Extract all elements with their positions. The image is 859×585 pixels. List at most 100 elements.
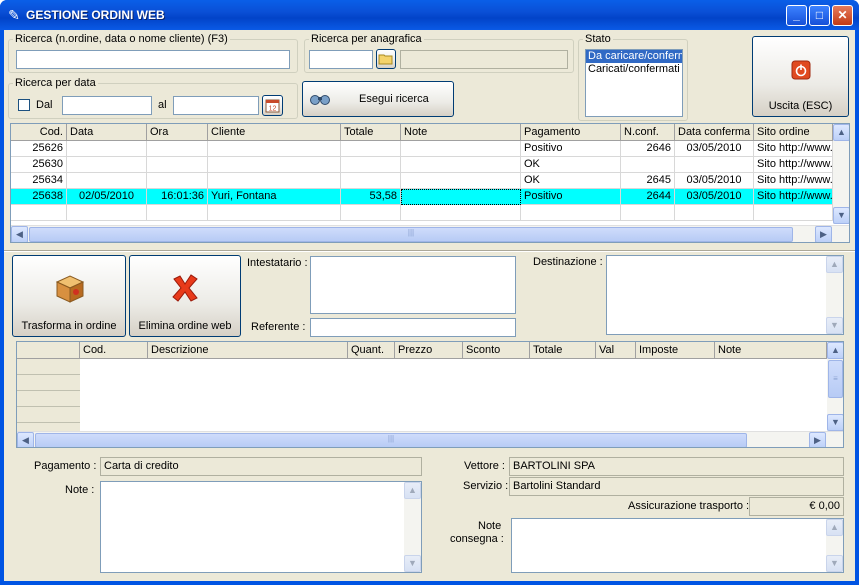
notes-field[interactable]: ▲ ▼	[100, 481, 422, 573]
cell-sito: Sito http://www.	[754, 173, 833, 189]
col-header-cliente[interactable]: Cliente	[208, 124, 341, 141]
col-header-prezzo[interactable]: Prezzo	[395, 342, 463, 359]
scroll-up-icon[interactable]: ▲	[826, 519, 843, 536]
transform-to-order-button[interactable]: Trasforma in ordine	[12, 255, 126, 337]
maximize-button[interactable]: □	[809, 5, 830, 26]
lines-vscrollbar[interactable]: ▲ ≡ ▼	[827, 342, 843, 431]
delete-web-order-button[interactable]: Elimina ordine web	[129, 255, 241, 337]
table-row-selected[interactable]: 25638 02/05/2010 16:01:36 Yuri, Fontana …	[11, 189, 833, 205]
col-header-data-conferma[interactable]: Data conferma	[675, 124, 754, 141]
order-search-input[interactable]	[16, 50, 290, 69]
scroll-right-icon[interactable]: ▶	[809, 432, 826, 447]
cell-nconf: 2646	[621, 141, 675, 157]
calendar-button[interactable]: 12	[262, 95, 283, 116]
notes-vscrollbar[interactable]: ▲ ▼	[404, 482, 421, 572]
col-header-sito[interactable]: Sito ordine	[754, 124, 833, 141]
status-option-to-load[interactable]: Da caricare/confermare	[586, 50, 682, 63]
cell-note	[401, 173, 521, 189]
orders-hscroll-thumb[interactable]: |||	[29, 227, 793, 242]
table-row[interactable]: 25626 Positivo 2646 03/05/2010 Sito http…	[11, 141, 833, 157]
cell-nconf: 2645	[621, 173, 675, 189]
cell-data-conferma: 03/05/2010	[675, 189, 754, 205]
lines-hscrollbar[interactable]: ◀ ||| ▶	[17, 431, 843, 447]
orders-grid[interactable]: Cod. Data Ora Cliente Totale Note Pagame…	[10, 123, 850, 243]
service-field: Bartolini Standard	[509, 477, 844, 496]
cell-note	[401, 157, 521, 173]
col-header-data[interactable]: Data	[67, 124, 147, 141]
cell-ora: 16:01:36	[147, 189, 208, 205]
delivery-notes-vscrollbar[interactable]: ▲ ▼	[826, 519, 843, 572]
col-header-cod[interactable]: Cod.	[80, 342, 148, 359]
holder-field[interactable]	[310, 256, 516, 314]
notes-label: Note :	[65, 484, 95, 496]
col-header-val[interactable]: Val	[596, 342, 636, 359]
table-row-empty[interactable]	[11, 205, 833, 221]
scroll-right-icon[interactable]: ▶	[815, 226, 832, 242]
orders-vscrollbar[interactable]: ▲ ▼	[833, 124, 849, 224]
col-header-totale[interactable]: Totale	[530, 342, 596, 359]
status-listbox[interactable]: Da caricare/confermare Caricati/conferma…	[585, 49, 683, 117]
cell-cod: 25634	[11, 173, 67, 189]
cell-pagamento: OK	[521, 157, 621, 173]
scroll-left-icon[interactable]: ◀	[17, 432, 34, 447]
registry-code-input[interactable]	[309, 50, 373, 69]
col-header-descrizione[interactable]: Descrizione	[148, 342, 348, 359]
payment-label: Pagamento :	[34, 460, 97, 472]
destination-field[interactable]: ▲ ▼	[606, 255, 844, 335]
status-option-loaded[interactable]: Caricati/confermati	[586, 63, 682, 76]
order-lines-grid[interactable]: Cod. Descrizione Quant. Prezzo Sconto To…	[16, 341, 844, 448]
col-header-note[interactable]: Note	[401, 124, 521, 141]
table-row[interactable]: 25634 OK 2645 03/05/2010 Sito http://www…	[11, 173, 833, 189]
date-to-input[interactable]	[173, 96, 259, 115]
scroll-down-icon[interactable]: ▼	[826, 555, 843, 572]
orders-hscrollbar[interactable]: ◀ ||| ▶	[11, 225, 849, 242]
cell-note	[401, 189, 521, 205]
cell-data-conferma: 03/05/2010	[675, 141, 754, 157]
scroll-up-icon[interactable]: ▲	[404, 482, 421, 499]
col-header-totale[interactable]: Totale	[341, 124, 401, 141]
scroll-down-icon[interactable]: ▼	[826, 317, 843, 334]
run-search-button[interactable]: Esegui ricerca	[302, 81, 454, 117]
col-header-note[interactable]: Note	[715, 342, 827, 359]
cell-totale	[341, 173, 401, 189]
svg-text:12: 12	[269, 106, 277, 113]
minimize-button[interactable]: _	[786, 5, 807, 26]
date-filter-checkbox[interactable]	[18, 99, 30, 111]
power-icon	[791, 60, 811, 80]
col-header-nconf[interactable]: N.conf.	[621, 124, 675, 141]
col-header-pagamento[interactable]: Pagamento	[521, 124, 621, 141]
delivery-notes-field[interactable]: ▲ ▼	[511, 518, 844, 573]
cell-data-conferma	[675, 157, 754, 173]
scroll-up-icon[interactable]: ▲	[826, 256, 843, 273]
window-title: GESTIONE ORDINI WEB	[26, 8, 165, 22]
scroll-down-icon[interactable]: ▼	[404, 555, 421, 572]
date-to-label: al	[158, 99, 167, 111]
scroll-left-icon[interactable]: ◀	[11, 226, 28, 242]
col-header-cod[interactable]: Cod.	[11, 124, 67, 141]
scroll-down-icon[interactable]: ▼	[833, 207, 849, 224]
lines-vscroll-thumb[interactable]: ≡	[828, 360, 843, 398]
col-header-quant[interactable]: Quant.	[348, 342, 395, 359]
close-button[interactable]: ✕	[832, 5, 853, 26]
destination-vscrollbar[interactable]: ▲ ▼	[826, 256, 843, 334]
registry-browse-button[interactable]	[376, 49, 396, 69]
exit-button[interactable]: Uscita (ESC)	[752, 36, 849, 117]
cell-cod: 25630	[11, 157, 67, 173]
scroll-down-icon[interactable]: ▼	[827, 414, 843, 431]
referent-field[interactable]	[310, 318, 516, 337]
date-from-input[interactable]	[62, 96, 152, 115]
client-area: Ricerca (n.ordine, data o nome cliente) …	[4, 30, 855, 581]
cell-sito: Sito http://www.	[754, 141, 833, 157]
scroll-up-icon[interactable]: ▲	[833, 124, 849, 141]
table-row[interactable]: 25630 OK Sito http://www.	[11, 157, 833, 173]
col-header-ora[interactable]: Ora	[147, 124, 208, 141]
col-header-imposte[interactable]: Imposte	[636, 342, 715, 359]
title-bar[interactable]: ✎ GESTIONE ORDINI WEB _ □ ✕	[0, 0, 859, 30]
col-header-sconto[interactable]: Sconto	[463, 342, 530, 359]
cell-cliente: Yuri, Fontana	[208, 189, 341, 205]
scroll-up-icon[interactable]: ▲	[827, 342, 843, 359]
cell-pagamento: Positivo	[521, 189, 621, 205]
cell-data	[67, 141, 147, 157]
red-x-icon	[172, 274, 198, 302]
lines-hscroll-thumb[interactable]: |||	[35, 433, 747, 447]
